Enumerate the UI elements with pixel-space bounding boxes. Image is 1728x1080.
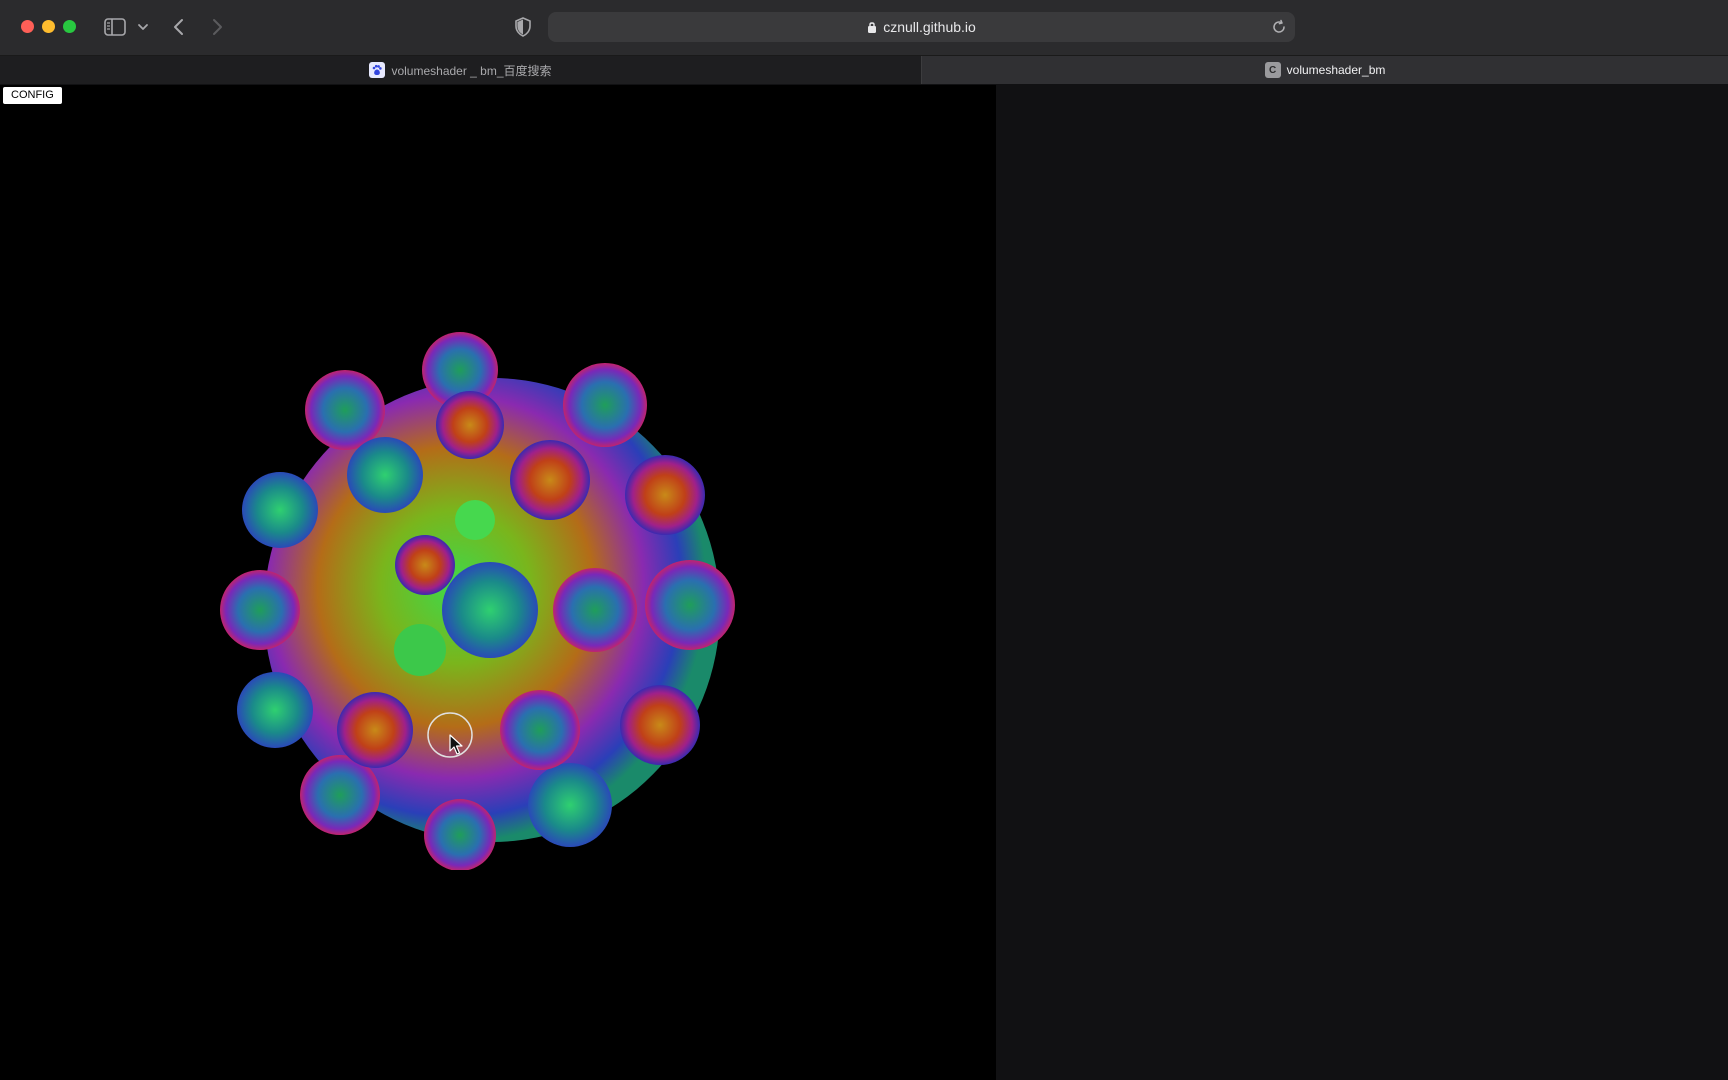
forward-button[interactable] — [207, 16, 227, 38]
baidu-paw-icon — [369, 62, 386, 78]
address-bar[interactable]: cznull.github.io — [548, 12, 1295, 42]
tab-bar: volumeshader _ bm_百度搜索 C volumeshader_bm — [0, 56, 1728, 84]
config-button[interactable]: CONFIG — [3, 87, 62, 104]
reload-icon[interactable] — [1271, 19, 1287, 35]
browser-toolbar: cznull.github.io — [0, 0, 1728, 56]
tab-label: volumeshader _ bm_百度搜索 — [391, 63, 552, 78]
tab-label: volumeshader_bm — [1286, 63, 1386, 77]
lock-icon — [867, 21, 877, 33]
chevron-down-icon[interactable] — [137, 19, 149, 35]
webgl-canvas[interactable]: CONFIG — [0, 85, 996, 1080]
browser-window: cznull.github.io volumeshader _ bm_百度搜索 … — [0, 0, 1728, 1080]
pointer-cursor-icon — [427, 712, 473, 758]
page-content: CONFIG — [0, 85, 1728, 1080]
close-window-button[interactable] — [21, 20, 34, 33]
tab-baidu-search[interactable]: volumeshader _ bm_百度搜索 — [0, 56, 922, 84]
chevron-right-icon — [213, 19, 222, 35]
fractal-render — [220, 332, 735, 870]
tab-volumeshader[interactable]: C volumeshader_bm — [922, 56, 1728, 84]
zoom-window-button[interactable] — [63, 20, 76, 33]
back-button[interactable] — [169, 16, 189, 38]
minimize-window-button[interactable] — [42, 20, 55, 33]
tab-favicon: C — [1264, 62, 1281, 78]
chevron-left-icon — [174, 19, 183, 35]
shield-icon[interactable] — [513, 16, 533, 38]
url-text: cznull.github.io — [883, 19, 976, 35]
sidebar-icon[interactable] — [104, 18, 126, 36]
